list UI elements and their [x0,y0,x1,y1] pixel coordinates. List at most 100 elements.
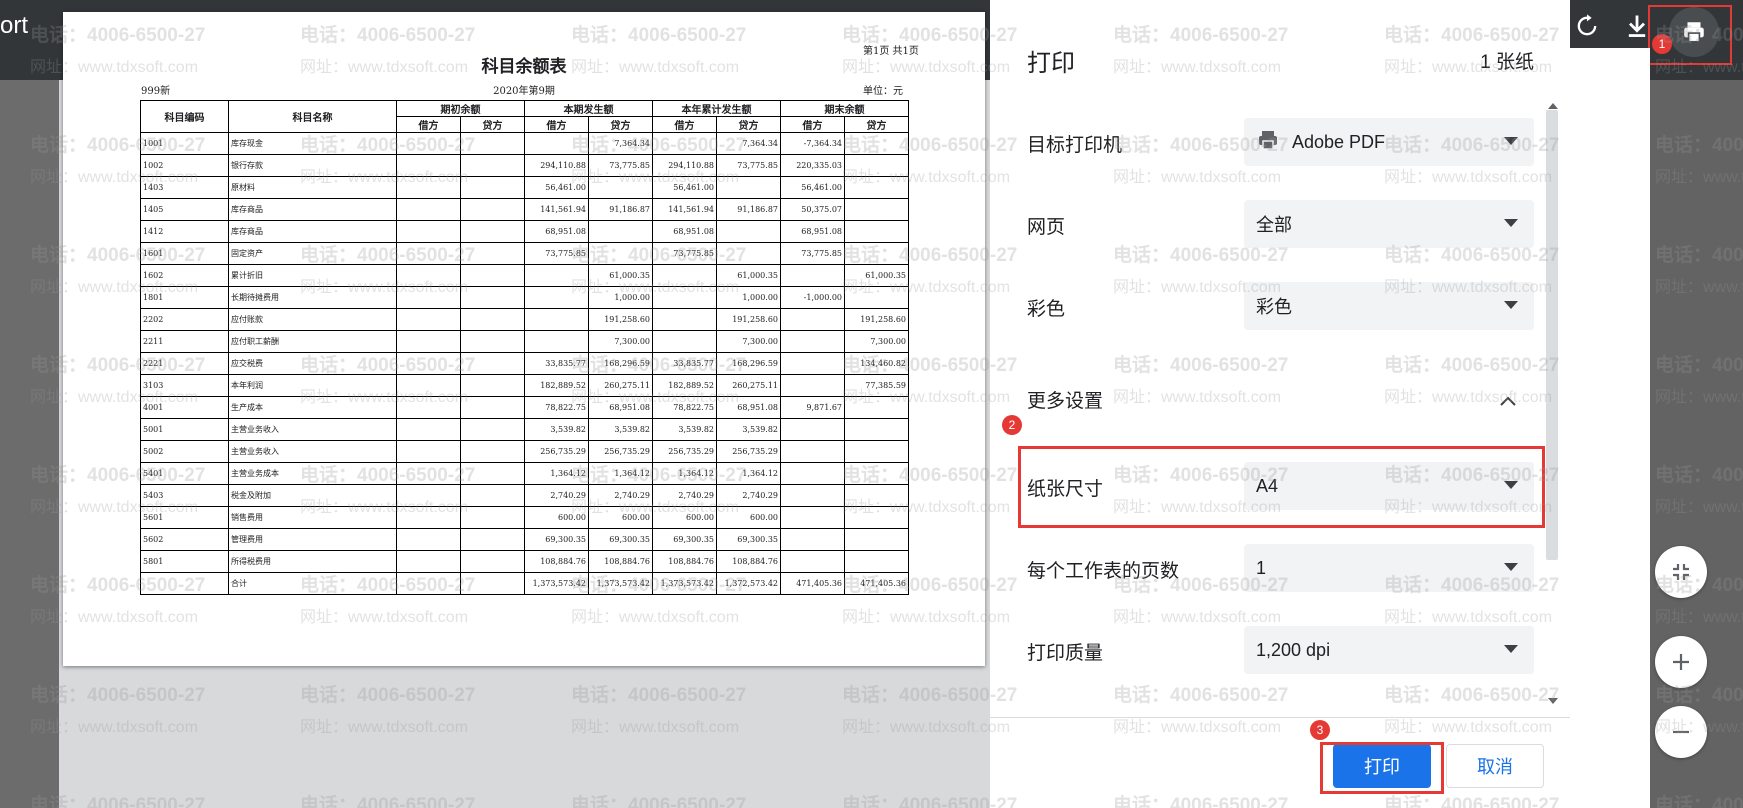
watermark-text: 电话：4006-6500-27网址：www.tdxsoft.com [1655,460,1743,517]
dialog-header: 打印 1 张纸 [990,0,1570,90]
pages-per-sheet-value: 1 [1256,557,1267,578]
cell-amount: 294,110.88 [524,154,589,177]
watermark-text: 电话：4006-6500-27网址：www.tdxsoft.com [1655,790,1743,808]
cell-amount: 61,000.35 [716,264,781,287]
quality-row: 打印质量 1,200 dpi [990,626,1550,696]
table-row: 5601 销售费用 600.00 600.00 600.00 600.00 [140,506,909,529]
cell-code: 5601 [140,506,229,529]
cell-name: 累计折旧 [228,264,397,287]
header-debit: 借方 [524,116,589,133]
cell-amount: 3,539.82 [588,418,653,441]
table-row: 合计 1,373,573.42 1,373,573.42 1,373,573.42 1,… [140,572,909,595]
table-body: 1001 库存现金 7,364.34 7,364.34 -7,364.34 1002 银行存… [140,132,909,595]
period-label: 2020年第9期 [493,86,555,97]
cell-amount: 3,539.82 [652,418,717,441]
cell-amount [460,154,525,177]
cell-amount: 168,296.59 [716,352,781,375]
cell-amount: 73,775.85 [716,154,781,177]
cell-amount [396,264,461,287]
sheet-count: 1 张纸 [1480,52,1534,73]
cell-amount [844,418,909,441]
destination-label: 目标打印机 [1027,135,1123,156]
header-group-ytd: 本年累计发生额 [652,100,781,117]
fit-to-page-button[interactable] [1655,546,1707,598]
cell-name: 所得税费用 [228,550,397,573]
cell-amount [844,220,909,243]
print-dialog: 打印 1 张纸 目标打印机 Adobe PDF 网页 全部 彩色 彩色 更多设置… [990,0,1570,808]
cell-amount [588,176,653,199]
cell-amount: 3,539.82 [524,418,589,441]
cell-amount: 91,186.87 [588,198,653,221]
cell-amount [460,550,525,573]
cell-amount: 1,364.12 [588,462,653,485]
cell-amount: 33,835.77 [652,352,717,375]
cell-amount: 256,735.29 [716,440,781,463]
footer-divider [990,717,1570,718]
pages-select[interactable]: 全部 [1244,200,1534,248]
watermark-site: 网址：www.tdxsoft.com [1655,389,1743,406]
cell-amount [396,506,461,529]
cell-amount: 471,405.36 [780,572,845,595]
cell-code: 5403 [140,484,229,507]
more-settings-toggle[interactable]: 更多设置 [1027,386,1103,413]
cancel-button[interactable]: 取消 [1446,744,1544,788]
cell-amount: 69,300.35 [588,528,653,551]
cell-amount: 141,561.94 [652,198,717,221]
cell-amount [396,396,461,419]
cell-amount: 256,735.29 [524,440,589,463]
cell-amount: 294,110.88 [652,154,717,177]
quality-select[interactable]: 1,200 dpi [1244,626,1534,674]
cell-code: 1405 [140,198,229,221]
cell-amount: 69,300.35 [524,528,589,551]
scroll-up-arrow-icon[interactable] [1548,103,1558,109]
minus-icon [1673,730,1689,734]
pages-per-sheet-select[interactable]: 1 [1244,544,1534,592]
destination-value: Adobe PDF [1292,131,1386,152]
cell-amount [460,462,525,485]
zoom-out-button[interactable] [1655,706,1707,758]
cell-amount: 68,951.08 [716,396,781,419]
cell-amount: -7,364.34 [780,132,845,155]
document-title: 科目余额表 [481,57,567,77]
cell-amount [460,132,525,155]
chevron-up-icon[interactable] [1499,392,1517,411]
cell-code: 5001 [140,418,229,441]
plus-icon [1673,654,1689,670]
cell-amount: 73,775.85 [780,242,845,265]
page-number: 第1页 共1页 [863,46,919,57]
cell-amount [844,242,909,265]
color-select[interactable]: 彩色 [1244,282,1534,330]
cell-amount: 69,300.35 [652,528,717,551]
destination-select[interactable]: Adobe PDF [1244,118,1534,166]
cell-amount [780,484,845,507]
cell-amount: 56,461.00 [652,176,717,199]
scroll-down-arrow-icon[interactable] [1548,698,1558,704]
rotate-icon[interactable] [1573,12,1601,40]
cell-amount [588,220,653,243]
cell-amount [396,550,461,573]
watermark-site: 网址：www.tdxsoft.com [1655,279,1743,296]
cell-amount: 61,000.35 [588,264,653,287]
print-preview-page: 科目余额表 第1页 共1页 999新 2020年第9期 单位：元 科目编码 科目… [63,12,985,666]
cell-amount [396,198,461,221]
cell-amount [780,550,845,573]
scrollbar-thumb[interactable] [1546,110,1558,560]
zoom-in-button[interactable] [1655,636,1707,688]
cell-amount: 73,775.85 [588,154,653,177]
cell-amount: 108,884.76 [716,550,781,573]
cell-amount [780,462,845,485]
cell-amount [652,286,717,309]
watermark-text: 电话：4006-6500-27网址：www.tdxsoft.com [1655,130,1743,187]
download-icon[interactable] [1623,12,1651,40]
cell-amount [780,374,845,397]
cell-amount: 471,405.36 [844,572,909,595]
table-row: 2211 应付职工薪酬 7,300.00 7,300.00 7,300.00 [140,330,909,353]
cell-amount [396,374,461,397]
quality-value: 1,200 dpi [1256,639,1331,660]
cell-amount: 2,740.29 [524,484,589,507]
cell-amount: 1,364.12 [716,462,781,485]
cell-amount: 182,889.52 [652,374,717,397]
cell-name: 主营业务收入 [228,418,397,441]
cell-amount: 56,461.00 [780,176,845,199]
table-row: 1801 长期待摊费用 1,000.00 1,000.00 -1,000.00 [140,286,909,309]
